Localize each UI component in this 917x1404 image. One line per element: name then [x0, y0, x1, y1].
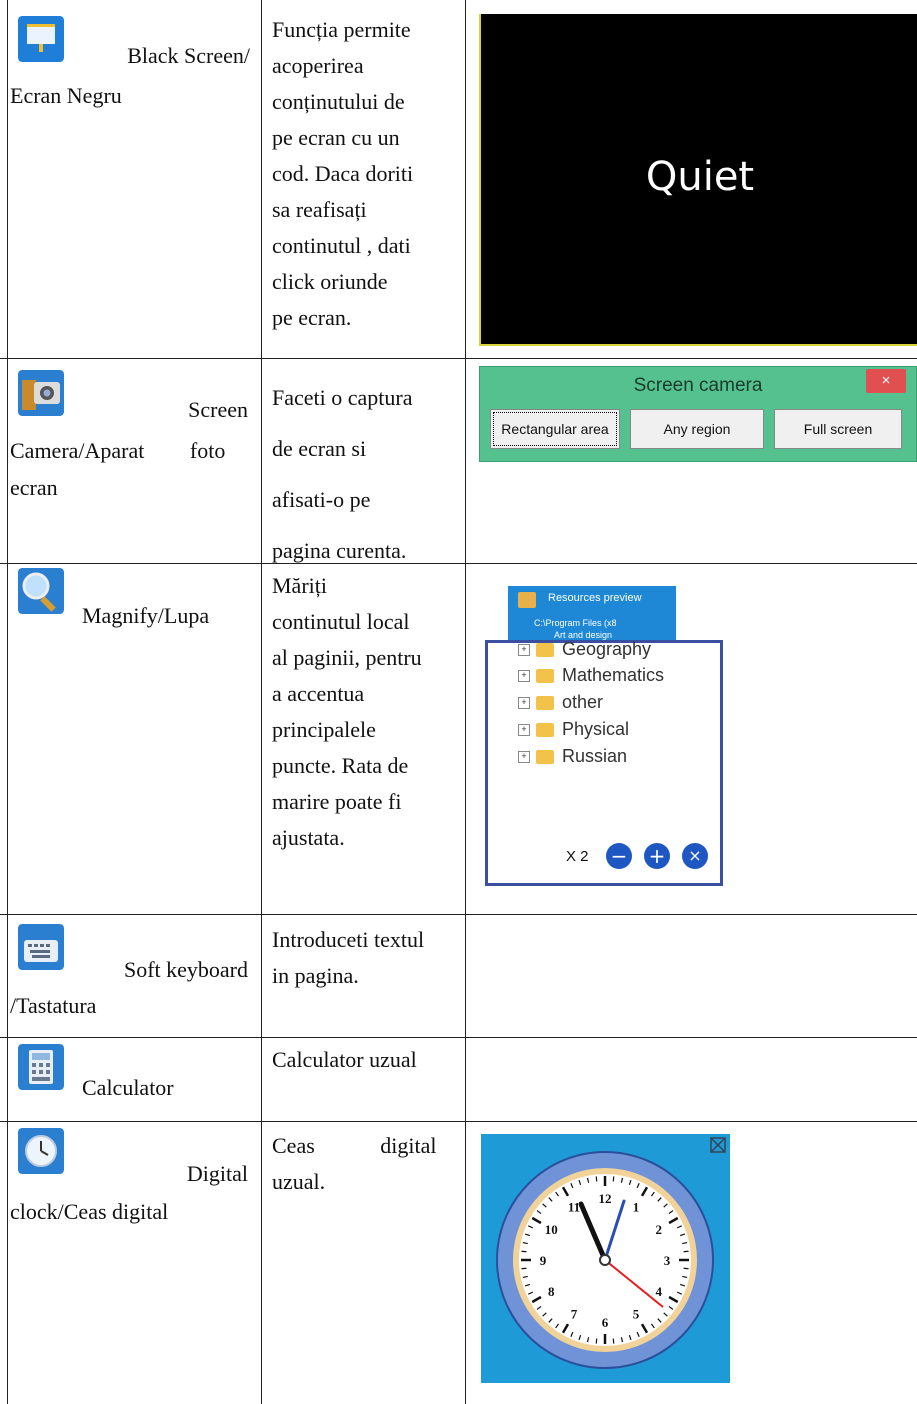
- table-border-left: [7, 0, 8, 1404]
- clock-tick: [595, 1176, 598, 1182]
- clock-number: 11: [568, 1199, 580, 1214]
- close-button[interactable]: ×: [866, 369, 906, 393]
- row-divider: [0, 1121, 917, 1122]
- clock-tick: [521, 1267, 527, 1270]
- tree-item[interactable]: + Geography: [518, 639, 651, 660]
- folder-icon: [536, 643, 554, 658]
- tool-name: Soft keyboard: [123, 957, 248, 982]
- tree-item[interactable]: + Mathematics: [518, 665, 664, 686]
- any-region-button[interactable]: Any region: [630, 409, 764, 449]
- zoom-out-icon[interactable]: −: [606, 843, 632, 869]
- analog-clock-preview: 12 1 2 3 4 5 6 7 8 9 10 11: [481, 1134, 730, 1383]
- clock-number: 7: [571, 1307, 578, 1322]
- clock-tick: [612, 1176, 615, 1182]
- tool-name: Ecran Negru: [10, 83, 122, 108]
- tool-name: Magnify/Lupa: [82, 603, 210, 628]
- clock-number: 10: [545, 1222, 558, 1237]
- tree-item[interactable]: + Physical: [518, 719, 629, 740]
- black-screen-preview: Quiet: [479, 14, 917, 346]
- table-border-col2: [465, 0, 466, 1404]
- folder-icon: [536, 750, 554, 765]
- tool-description: Introduceti textul in pagina.: [272, 927, 425, 988]
- clock-number: 5: [633, 1307, 640, 1322]
- folder-icon: [536, 723, 554, 738]
- magnify-preview: Resources preview C:\Program Files (x8 A…: [478, 578, 728, 886]
- tool-name: Screen: [188, 397, 248, 422]
- magnifier-icon: [18, 568, 64, 614]
- tree-item[interactable]: + other: [518, 692, 603, 713]
- tool-name: clock/Ceas digital: [10, 1199, 169, 1224]
- tool-description: Faceti o captura de ecran si afisati-o pe…: [272, 385, 413, 563]
- tool-name: Calculator: [82, 1075, 174, 1100]
- clock-tick: [612, 1338, 615, 1344]
- tool-description: Ceas digital uzual.: [272, 1133, 437, 1194]
- tool-name: Black Screen/: [127, 43, 250, 68]
- tool-description: Calculator uzual: [272, 1047, 417, 1072]
- tool-description: Funcția permite acoperirea conținutului d…: [272, 17, 414, 330]
- full-screen-button[interactable]: Full screen: [774, 409, 902, 449]
- clock-tick: [521, 1250, 527, 1253]
- close-icon[interactable]: ×: [682, 843, 708, 869]
- row-divider: [0, 914, 917, 915]
- zoom-in-icon[interactable]: +: [644, 843, 670, 869]
- row-divider: [0, 563, 917, 564]
- clock-number: 12: [599, 1191, 612, 1206]
- quiet-text: Quiet: [645, 154, 755, 200]
- folder-icon: [536, 696, 554, 711]
- books-icon: [518, 592, 536, 608]
- tool-name: ecran: [10, 475, 58, 500]
- clock-tick: [595, 1338, 598, 1344]
- rectangular-area-button[interactable]: Rectangular area: [490, 409, 620, 449]
- clock-number: 1: [633, 1199, 640, 1214]
- calculator-icon: [18, 1044, 64, 1090]
- magnifier-lens[interactable]: + Geography + Mathematics + other + Physical…: [485, 639, 723, 886]
- tool-name: Digital: [186, 1161, 248, 1186]
- table-border-col1: [261, 0, 262, 1404]
- row-divider: [0, 358, 917, 359]
- zoom-level: X 2: [566, 848, 589, 865]
- clock-number: 9: [540, 1253, 547, 1268]
- tool-description: Măriți continutul local al paginii, pentr…: [272, 573, 422, 850]
- clock-number: 6: [602, 1315, 609, 1330]
- clock-tick: [683, 1267, 689, 1270]
- tool-name: /Tastatura: [10, 993, 97, 1018]
- clock-number: 3: [664, 1253, 671, 1268]
- clock-tick: [683, 1250, 689, 1253]
- folder-icon: [536, 669, 554, 684]
- clock-number: 2: [655, 1222, 662, 1237]
- clock-number: 8: [548, 1284, 555, 1299]
- tool-name: Camera/Aparat foto: [10, 438, 226, 463]
- analog-clock: 12 12 3 45 6 7 8 9 10 11: [496, 1137, 726, 1369]
- screen-camera-dialog: Screen camera × Rectangular area Any reg…: [479, 366, 917, 462]
- row-divider: [0, 1037, 917, 1038]
- clock-number: 4: [655, 1284, 662, 1299]
- tree-item[interactable]: + Russian: [518, 746, 627, 767]
- dialog-title: Screen camera: [633, 375, 763, 396]
